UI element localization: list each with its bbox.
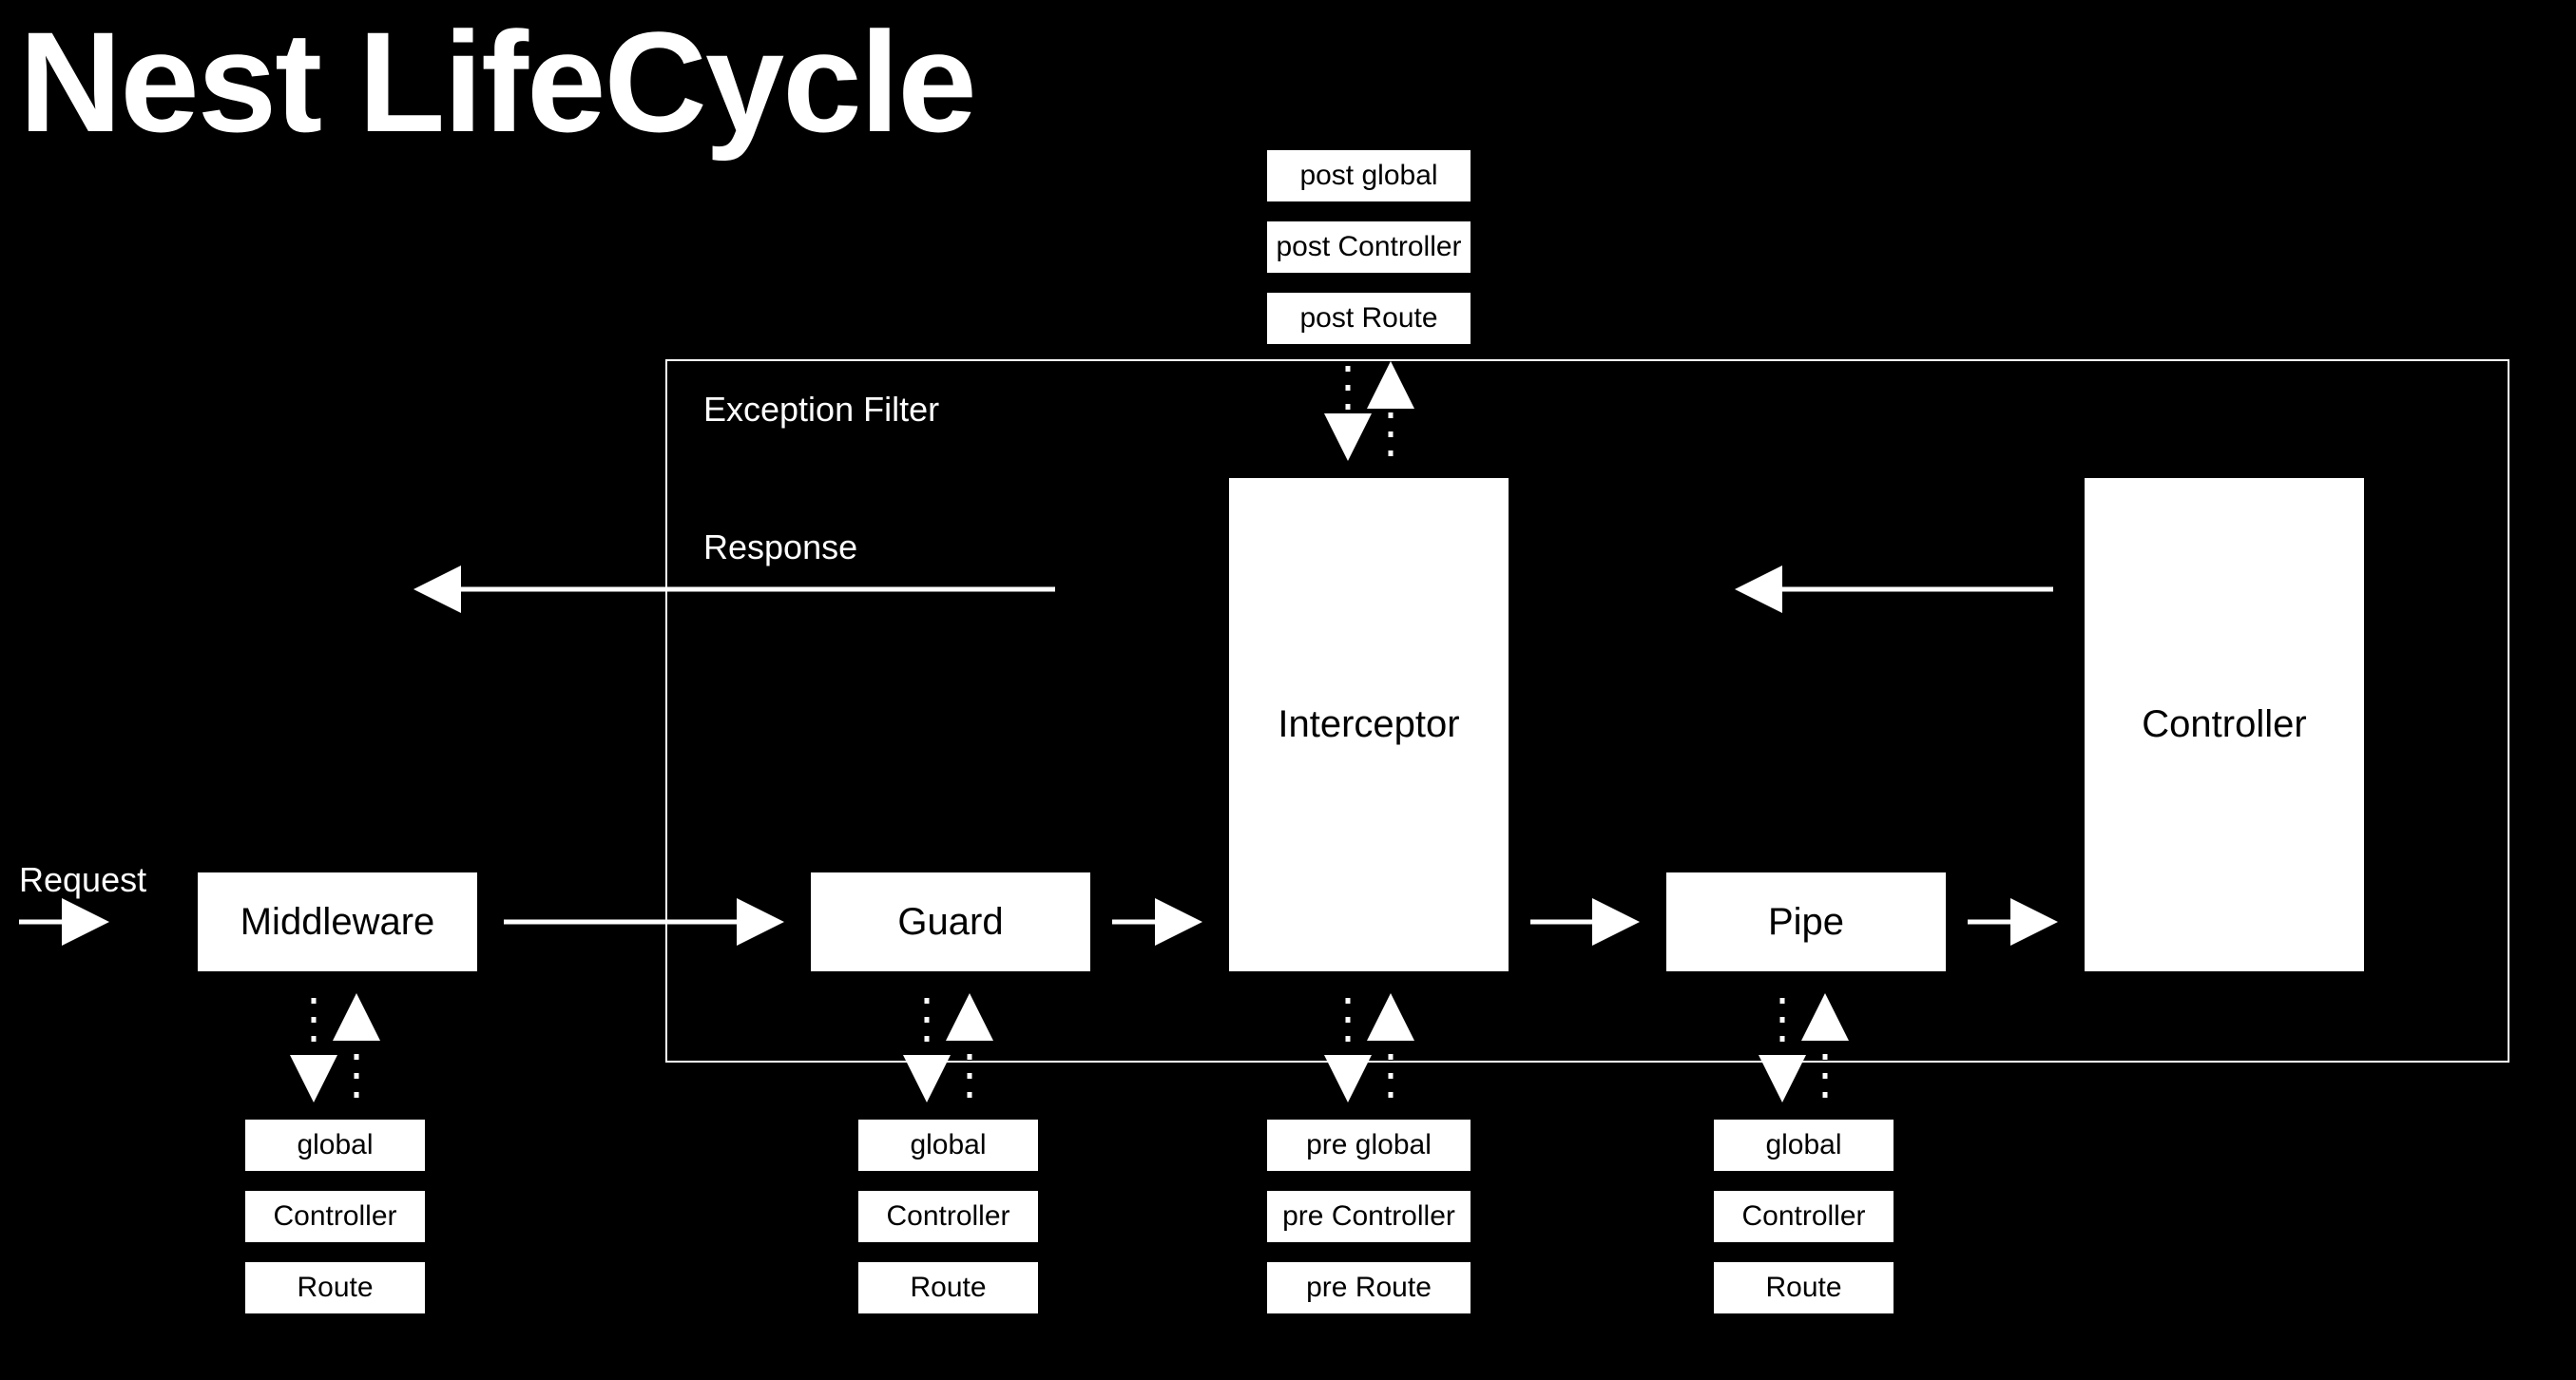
exception-filter-label: Exception Filter: [703, 390, 939, 430]
stack-item-label: Route: [910, 1272, 986, 1304]
interceptor-pre-stack-item: pre Route: [1264, 1259, 1473, 1316]
interceptor-post-stack-item: post Route: [1264, 290, 1473, 347]
guard-node: Guard: [808, 870, 1093, 974]
stack-item-label: pre Controller: [1282, 1200, 1455, 1233]
pipe-node: Pipe: [1663, 870, 1949, 974]
stack-item-label: pre global: [1306, 1129, 1432, 1161]
middleware-stack-item: global: [242, 1117, 428, 1174]
stack-item-label: Controller: [273, 1200, 396, 1233]
middleware-stack-item: Controller: [242, 1188, 428, 1245]
stack-item-label: Controller: [1741, 1200, 1865, 1233]
stack-item-label: post global: [1299, 160, 1437, 192]
interceptor-node: Interceptor: [1226, 475, 1511, 974]
pipe-node-label: Pipe: [1768, 901, 1844, 944]
stack-arrows-middleware: [314, 998, 356, 1098]
stack-item-label: Route: [297, 1272, 373, 1304]
controller-node: Controller: [2082, 475, 2367, 974]
middleware-node: Middleware: [195, 870, 480, 974]
response-label: Response: [703, 527, 857, 567]
stack-item-label: post Route: [1299, 302, 1437, 335]
stack-item-label: global: [1765, 1129, 1841, 1161]
guard-node-label: Guard: [897, 901, 1003, 944]
middleware-node-label: Middleware: [240, 901, 435, 944]
controller-node-label: Controller: [2142, 703, 2306, 746]
guard-stack-item: Route: [855, 1259, 1041, 1316]
stack-item-label: post Controller: [1276, 231, 1461, 263]
middleware-stack-item: Route: [242, 1259, 428, 1316]
request-label: Request: [19, 860, 146, 900]
interceptor-node-label: Interceptor: [1278, 703, 1459, 746]
interceptor-post-stack-item: post global: [1264, 147, 1473, 204]
pipe-stack-item: Route: [1711, 1259, 1896, 1316]
interceptor-pre-stack-item: pre global: [1264, 1117, 1473, 1174]
stack-item-label: Controller: [886, 1200, 1009, 1233]
stack-item-label: global: [910, 1129, 986, 1161]
guard-stack-item: global: [855, 1117, 1041, 1174]
stack-item-label: Route: [1765, 1272, 1841, 1304]
diagram-stage: Nest LifeCycle Exception Filter Response…: [0, 0, 2576, 1380]
guard-stack-item: Controller: [855, 1188, 1041, 1245]
page-title: Nest LifeCycle: [19, 0, 975, 164]
stack-item-label: pre Route: [1306, 1272, 1432, 1304]
stack-item-label: global: [297, 1129, 373, 1161]
pipe-stack-item: global: [1711, 1117, 1896, 1174]
pipe-stack-item: Controller: [1711, 1188, 1896, 1245]
interceptor-pre-stack-item: pre Controller: [1264, 1188, 1473, 1245]
interceptor-post-stack-item: post Controller: [1264, 219, 1473, 276]
